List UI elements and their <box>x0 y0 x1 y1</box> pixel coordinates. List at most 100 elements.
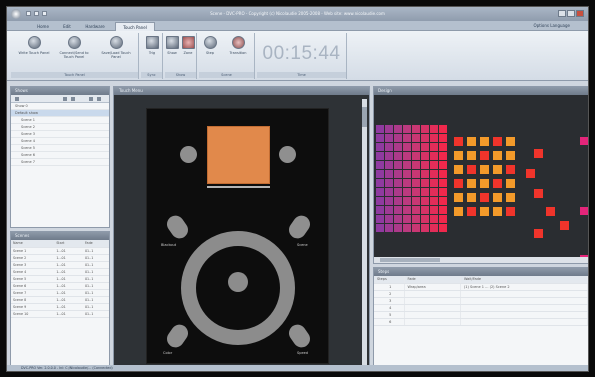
led-cell[interactable] <box>412 179 420 187</box>
table-row[interactable]: Scene 5 1...01 01..1 <box>11 275 109 283</box>
led-cell[interactable] <box>560 221 569 230</box>
led-cell[interactable] <box>480 165 489 174</box>
tab-home[interactable]: Home <box>31 22 55 31</box>
table-row[interactable]: Scene 7 1...01 01..1 <box>11 289 109 297</box>
led-cell[interactable] <box>394 125 402 133</box>
down-icon[interactable] <box>97 97 101 101</box>
led-cell[interactable] <box>454 165 463 174</box>
led-cell[interactable] <box>376 125 384 133</box>
led-cell[interactable] <box>376 170 384 178</box>
color-pad[interactable] <box>207 126 270 184</box>
table-row[interactable]: Scene 6 1...01 01..1 <box>11 282 109 290</box>
led-cell[interactable] <box>534 229 543 238</box>
led-cell[interactable] <box>493 151 502 160</box>
led-cell[interactable] <box>506 193 515 202</box>
led-cell[interactable] <box>403 170 411 178</box>
table-row[interactable]: Scene 4 1...01 01..1 <box>11 268 109 276</box>
options-menu[interactable]: Options Language <box>534 23 570 28</box>
led-cell[interactable] <box>385 215 393 223</box>
table-row[interactable]: Scene 2 1...01 01..1 <box>11 254 109 262</box>
led-cell[interactable] <box>421 179 429 187</box>
right-round-button[interactable] <box>279 146 296 163</box>
led-cell[interactable] <box>430 125 438 133</box>
led-cell[interactable] <box>421 125 429 133</box>
led-cell[interactable] <box>394 152 402 160</box>
led-cell[interactable] <box>506 151 515 160</box>
up-icon[interactable] <box>89 97 93 101</box>
led-cell[interactable] <box>506 207 515 216</box>
led-cell[interactable] <box>493 137 502 146</box>
color-button[interactable] <box>163 321 192 351</box>
led-cell[interactable] <box>376 215 384 223</box>
column-header-fade[interactable]: Fade <box>82 240 109 248</box>
led-cell[interactable] <box>467 151 476 160</box>
tab-hardware[interactable]: Hardware <box>79 22 111 31</box>
led-cell[interactable] <box>421 197 429 205</box>
led-cell[interactable] <box>385 152 393 160</box>
led-cell[interactable] <box>376 206 384 214</box>
column-header-fade[interactable]: Fade <box>404 276 461 284</box>
led-cell[interactable] <box>439 188 447 196</box>
column-header-steps[interactable]: Steps <box>374 276 405 284</box>
led-cell[interactable] <box>412 125 420 133</box>
tab-touch-panel[interactable]: Touch Panel <box>115 22 155 31</box>
led-cell[interactable] <box>430 170 438 178</box>
led-cell[interactable] <box>493 165 502 174</box>
led-cell[interactable] <box>430 224 438 232</box>
table-row[interactable]: Scene 3 1...01 01..1 <box>11 261 109 269</box>
led-cell[interactable] <box>467 137 476 146</box>
wheel-center-button[interactable] <box>228 272 248 292</box>
led-cell[interactable] <box>454 207 463 216</box>
led-cell[interactable] <box>385 143 393 151</box>
led-cell[interactable] <box>454 151 463 160</box>
pad-slider[interactable] <box>207 186 270 188</box>
speed-button[interactable] <box>285 321 314 351</box>
led-cell[interactable] <box>480 151 489 160</box>
led-cell[interactable] <box>439 206 447 214</box>
table-row[interactable]: Scene 8 1...01 01..1 <box>11 296 109 304</box>
led-cell[interactable] <box>385 206 393 214</box>
led-cell[interactable] <box>385 134 393 142</box>
led-cell[interactable] <box>467 165 476 174</box>
list-item[interactable]: Default show <box>11 110 109 117</box>
led-cell[interactable] <box>412 161 420 169</box>
led-cell[interactable] <box>580 207 588 215</box>
led-cell[interactable] <box>506 137 515 146</box>
led-cell[interactable] <box>376 161 384 169</box>
led-cell[interactable] <box>394 197 402 205</box>
led-cell[interactable] <box>394 206 402 214</box>
led-cell[interactable] <box>385 179 393 187</box>
led-cell[interactable] <box>412 215 420 223</box>
edit-icon[interactable] <box>63 97 67 101</box>
led-cell[interactable] <box>439 161 447 169</box>
write-touch-panel-button[interactable]: Write Touch Panel <box>17 36 51 70</box>
led-cell[interactable] <box>421 188 429 196</box>
led-cell[interactable] <box>403 188 411 196</box>
led-matrix[interactable] <box>374 97 588 263</box>
transition-button[interactable]: Transition <box>221 36 255 70</box>
led-cell[interactable] <box>480 207 489 216</box>
led-cell[interactable] <box>376 143 384 151</box>
led-cell[interactable] <box>439 143 447 151</box>
led-cell[interactable] <box>430 179 438 187</box>
column-header-name[interactable]: Name <box>11 240 55 248</box>
led-cell[interactable] <box>412 170 420 178</box>
led-cell[interactable] <box>403 134 411 142</box>
scrollbar-thumb[interactable] <box>362 107 367 127</box>
led-cell[interactable] <box>376 224 384 232</box>
led-cell[interactable] <box>412 134 420 142</box>
list-item[interactable]: Scene 5 <box>11 145 109 152</box>
led-cell[interactable] <box>421 206 429 214</box>
led-cell[interactable] <box>506 165 515 174</box>
led-cell[interactable] <box>394 170 402 178</box>
table-row[interactable]: 3 <box>374 297 588 305</box>
table-row[interactable]: Scene 9 1...01 01..1 <box>11 303 109 311</box>
led-cell[interactable] <box>546 207 555 216</box>
vertical-scrollbar[interactable] <box>362 99 367 367</box>
led-cell[interactable] <box>403 143 411 151</box>
led-cell[interactable] <box>421 161 429 169</box>
scrollbar-thumb[interactable] <box>380 258 440 262</box>
led-cell[interactable] <box>412 188 420 196</box>
save-touch-panel-button[interactable]: Save/Load Touch Panel <box>99 36 133 70</box>
led-cell[interactable] <box>394 224 402 232</box>
